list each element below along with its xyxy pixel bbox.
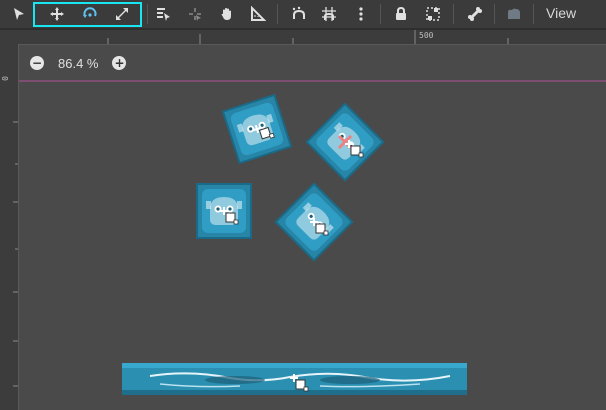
arrow-cursor-icon bbox=[14, 8, 24, 20]
group-tool-button[interactable] bbox=[424, 0, 442, 28]
toolbar-separator bbox=[453, 4, 454, 24]
ruler-ticks bbox=[13, 121, 18, 387]
camera-icon bbox=[508, 8, 520, 19]
scene-viewport[interactable] bbox=[19, 45, 606, 410]
ruler-label: 500 bbox=[419, 31, 434, 40]
pivot-tool-button[interactable] bbox=[186, 0, 204, 28]
transform-tools-highlight bbox=[33, 2, 142, 27]
ruler-tool-button[interactable] bbox=[249, 0, 267, 28]
zoom-level[interactable]: 86.4 % bbox=[58, 56, 98, 71]
viewport-overlay bbox=[19, 80, 606, 82]
toolbar-separator bbox=[533, 4, 534, 24]
snap-options-button[interactable] bbox=[352, 0, 370, 28]
ruler-ticks bbox=[107, 30, 509, 44]
horizontal-ruler[interactable]: 500 bbox=[18, 30, 606, 45]
grid-snap-icon bbox=[322, 7, 336, 21]
select-tool-button[interactable] bbox=[10, 0, 28, 28]
ruler-icon bbox=[251, 6, 266, 21]
view-menu[interactable]: View bbox=[546, 5, 576, 21]
group-icon bbox=[426, 7, 440, 21]
lock-tool-button[interactable] bbox=[392, 0, 410, 28]
toolbar-separator bbox=[277, 4, 278, 24]
zoom-in-button[interactable]: + bbox=[112, 56, 127, 70]
pan-tool-button[interactable] bbox=[218, 0, 236, 28]
zoom-controls: − 86.4 % + bbox=[30, 54, 127, 72]
camera-tool-button[interactable] bbox=[505, 0, 523, 28]
list-select-tool-button[interactable] bbox=[154, 0, 172, 28]
hand-icon bbox=[221, 8, 231, 20]
editor-toolbar: View bbox=[0, 0, 606, 28]
kebab-icon bbox=[359, 7, 363, 21]
zoom-out-button[interactable]: − bbox=[30, 56, 44, 70]
bone-tool-button[interactable] bbox=[466, 0, 484, 28]
toolbar-separator bbox=[494, 4, 495, 24]
toolbar-separator bbox=[380, 4, 381, 24]
ruler-corner bbox=[0, 30, 18, 44]
pivot-icon bbox=[189, 8, 201, 21]
bone-icon bbox=[468, 7, 482, 21]
grid-snap-tool-button[interactable] bbox=[320, 0, 338, 28]
lock-icon bbox=[396, 6, 406, 20]
vertical-ruler[interactable]: 0 bbox=[0, 44, 19, 410]
smart-snap-icon bbox=[292, 6, 305, 19]
list-select-icon bbox=[157, 8, 170, 21]
smart-snap-tool-button[interactable] bbox=[290, 0, 308, 28]
ruler-label: 0 bbox=[0, 76, 10, 81]
toolbar-separator bbox=[147, 4, 148, 24]
